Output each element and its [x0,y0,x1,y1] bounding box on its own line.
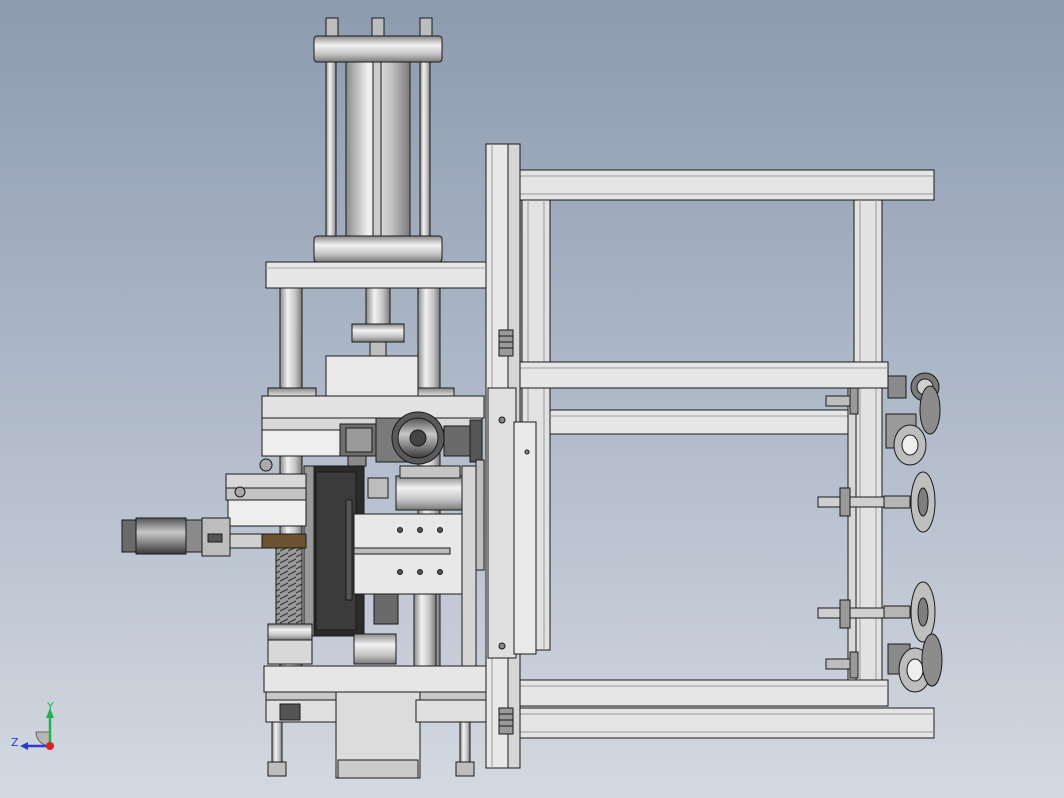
machine-drawing: Y Z [0,0,1064,798]
z-axis-label: Z [11,736,19,749]
cad-viewport[interactable]: Y Z [0,0,1064,798]
y-axis-label: Y [46,700,54,713]
x-axis-point [46,742,54,750]
